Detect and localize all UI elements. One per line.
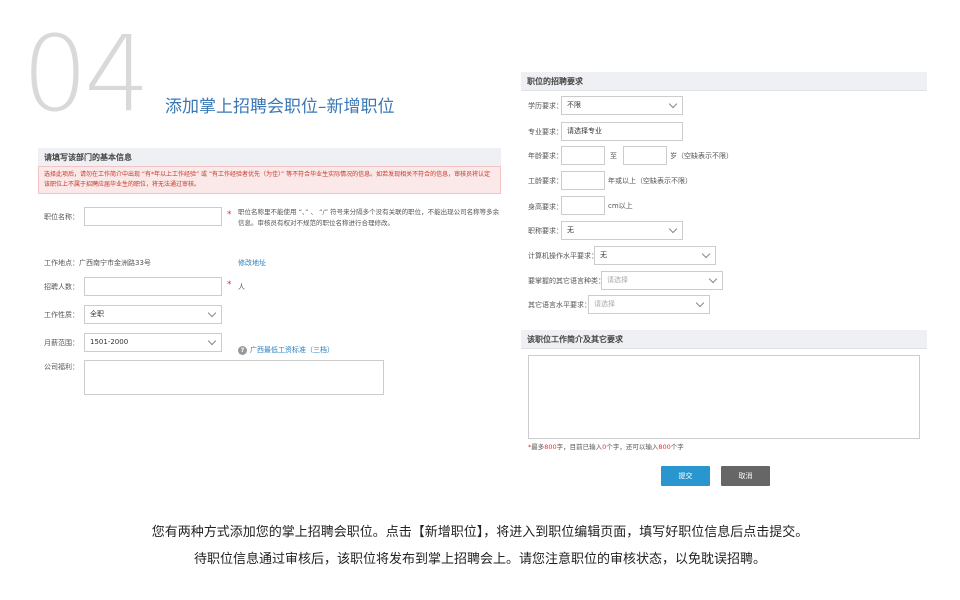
height-input[interactable] — [561, 196, 605, 215]
language-level-select[interactable]: 请选择 — [588, 295, 710, 314]
char-counter: *最多800字，目前已输入0个字，还可以输入800个字 — [528, 443, 684, 451]
education-select[interactable]: 不限 — [561, 96, 683, 115]
title-select[interactable]: 无 — [561, 221, 683, 240]
chevron-down-icon — [207, 336, 217, 346]
title-value: 无 — [567, 226, 574, 234]
caption-line-2: 待职位信息通过审核后，该职位将发布到掌上招聘会上。请您注意职位的审核状态，以免耽… — [193, 552, 766, 567]
education-label: 学历要求： — [528, 102, 563, 110]
chevron-down-icon — [207, 308, 217, 318]
language-placeholder: 请选择 — [607, 276, 628, 284]
help-icon: ? — [238, 346, 247, 355]
age-max-input[interactable] — [623, 146, 667, 165]
step-number: 04 — [22, 13, 150, 135]
age-label: 年龄要求： — [528, 152, 563, 160]
chevron-down-icon — [708, 274, 718, 284]
job-nature-select[interactable]: 全职 — [84, 305, 222, 324]
job-intro-header: 该职位工作简介及其它要求 — [521, 330, 927, 349]
language-select[interactable]: 请选择 — [601, 271, 723, 290]
chevron-down-icon — [701, 249, 711, 259]
welfare-textarea[interactable] — [84, 360, 384, 395]
modify-address-link[interactable]: 修改地址 — [238, 258, 266, 268]
computer-label: 计算机操作水平要求： — [528, 252, 598, 260]
salary-value: 1501-2000 — [90, 338, 129, 346]
age-unit: 岁（空缺表示不限） — [670, 152, 733, 160]
chevron-down-icon — [668, 99, 678, 109]
job-name-input[interactable] — [84, 207, 222, 226]
language-level-placeholder: 请选择 — [594, 300, 615, 308]
chevron-down-icon — [668, 224, 678, 234]
basic-info-header: 请填写该部门的基本信息 — [38, 148, 501, 167]
requirements-header: 职位的招聘要求 — [521, 72, 927, 91]
headcount-required: * — [227, 280, 232, 290]
page-title: 添加掌上招聘会职位–新增职位 — [165, 97, 395, 117]
job-intro-textarea[interactable] — [528, 355, 920, 439]
chevron-down-icon — [695, 298, 705, 308]
language-level-label: 其它语言水平要求： — [528, 301, 591, 309]
warning-banner: 选择此项后，请勿在工作简介中出现 “有*年以上工作经验” 或 “有工作经验者优先… — [38, 166, 501, 194]
job-name-label: 职位名称： — [44, 213, 79, 221]
age-to-text: 至 — [610, 152, 617, 160]
salary-standard: ? 广西最低工资标准（三档） — [238, 337, 334, 356]
location-text: 工作地点：广西南宁市金洲路33号 — [44, 259, 151, 267]
work-years-input[interactable] — [561, 171, 605, 190]
salary-label: 月薪范围： — [44, 339, 79, 347]
education-value: 不限 — [567, 101, 581, 109]
computer-value: 无 — [600, 251, 607, 259]
job-nature-label: 工作性质： — [44, 311, 79, 319]
work-years-label: 工龄要求： — [528, 177, 563, 185]
caption-line-1: 您有两种方式添加您的掌上招聘会职位。点击【新增职位】，将进入到职位编辑页面，填写… — [151, 525, 809, 540]
headcount-unit: 人 — [238, 283, 245, 291]
job-name-required: * — [227, 210, 232, 220]
height-label: 身高要求： — [528, 203, 563, 211]
headcount-input[interactable] — [84, 277, 222, 296]
cancel-button[interactable]: 取消 — [721, 466, 770, 486]
job-nature-value: 全职 — [90, 310, 104, 318]
title-label: 职称要求： — [528, 227, 563, 235]
salary-standard-link[interactable]: 广西最低工资标准（三档） — [250, 346, 334, 354]
salary-select[interactable]: 1501-2000 — [84, 333, 222, 352]
job-name-note: 职位名称里不能使用 “、” 、 “/” 符号来分隔多个没有关联的职位，不能出现公… — [238, 208, 500, 227]
age-min-input[interactable] — [561, 146, 605, 165]
height-unit: cm以上 — [608, 202, 633, 210]
welfare-label: 公司福利： — [44, 363, 79, 371]
major-input[interactable]: 请选择专业 — [561, 122, 683, 141]
work-years-unit: 年或以上（空缺表示不限） — [608, 177, 692, 185]
submit-button[interactable]: 提交 — [661, 466, 710, 486]
language-label: 要掌握的其它语言种类： — [528, 277, 605, 285]
headcount-label: 招聘人数： — [44, 283, 79, 291]
major-label: 专业要求： — [528, 128, 563, 136]
computer-select[interactable]: 无 — [594, 246, 716, 265]
